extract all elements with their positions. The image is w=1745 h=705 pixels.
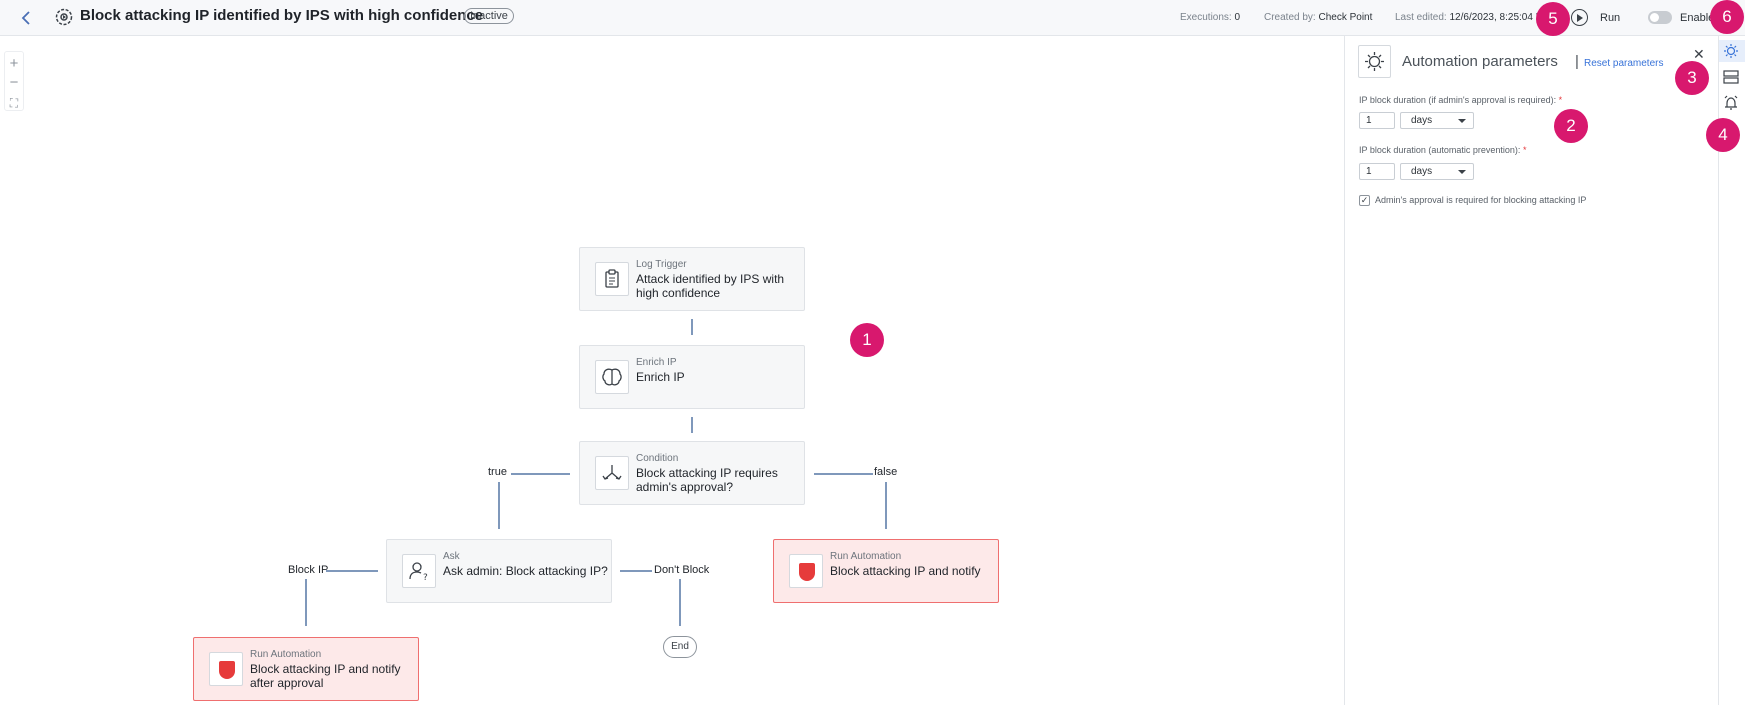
edge-ask-block bbox=[326, 570, 378, 572]
node-type: Condition bbox=[636, 453, 679, 464]
automatic-duration-input[interactable]: 1 bbox=[1359, 163, 1395, 180]
clipboard-icon bbox=[595, 262, 629, 296]
run-button[interactable]: Run bbox=[1600, 12, 1620, 24]
chevron-down-icon bbox=[1458, 170, 1466, 174]
ask-user-icon: ? bbox=[402, 554, 436, 588]
created-by-meta: Created by: Check Point bbox=[1264, 12, 1373, 23]
edge-label-false: false bbox=[874, 466, 898, 478]
edge-label-dont-block: Don't Block bbox=[654, 564, 710, 576]
alarm-icon[interactable] bbox=[1722, 95, 1740, 116]
callout-5: 5 bbox=[1536, 2, 1570, 36]
node-name: Ask admin: Block attacking IP? bbox=[443, 564, 608, 578]
brain-icon bbox=[595, 360, 629, 394]
node-name: Block attacking IP requires admin's appr… bbox=[636, 466, 778, 494]
node-log-trigger[interactable]: Log Trigger Attack identified by IPS wit… bbox=[579, 247, 805, 311]
fit-view-button[interactable]: ⛶ bbox=[4, 93, 24, 113]
node-name: Enrich IP bbox=[636, 370, 685, 384]
status-badge: Inactive bbox=[464, 8, 514, 24]
node-end[interactable]: End bbox=[663, 636, 697, 658]
node-type: Ask bbox=[443, 551, 460, 562]
node-name: Attack identified by IPS with high confi… bbox=[636, 272, 785, 300]
automation-parameters-panel bbox=[1344, 36, 1718, 705]
callout-3: 3 bbox=[1675, 61, 1709, 95]
svg-text:?: ? bbox=[423, 573, 428, 583]
node-name: Block attacking IP and notify bbox=[830, 564, 981, 578]
edge-true-ask bbox=[498, 482, 500, 529]
node-ask[interactable]: ? Ask Ask admin: Block attacking IP? bbox=[386, 539, 612, 603]
admin-approval-label: Admin's approval is required for blockin… bbox=[1375, 195, 1587, 205]
panel-title-separator: | bbox=[1575, 53, 1579, 70]
shield-icon bbox=[789, 554, 823, 588]
edge-false-run bbox=[885, 482, 887, 529]
zoom-out-button[interactable]: − bbox=[4, 73, 24, 93]
edge-label-true: true bbox=[488, 466, 507, 478]
page-title: Block attacking IP identified by IPS wit… bbox=[80, 7, 484, 24]
edge-trigger-enrich bbox=[691, 319, 693, 335]
shield-icon bbox=[209, 652, 243, 686]
node-condition[interactable]: Condition Block attacking IP requires ad… bbox=[579, 441, 805, 505]
node-run-automation-false[interactable]: Run Automation Block attacking IP and no… bbox=[773, 539, 999, 603]
callout-4: 4 bbox=[1706, 118, 1740, 152]
node-type: Run Automation bbox=[830, 551, 902, 562]
node-type: Run Automation bbox=[250, 649, 322, 660]
edge-ask-dontblock bbox=[620, 570, 652, 572]
callout-6: 6 bbox=[1710, 0, 1744, 34]
branch-icon bbox=[595, 456, 629, 490]
automation-gear-icon bbox=[52, 5, 76, 29]
field-label: IP block duration (automatic prevention)… bbox=[1359, 145, 1527, 155]
automation-parameters-icon[interactable] bbox=[1722, 43, 1740, 64]
approval-duration-input[interactable]: 1 bbox=[1359, 112, 1395, 129]
edge-condition-true bbox=[511, 473, 570, 475]
node-type: Enrich IP bbox=[636, 357, 677, 368]
callout-2: 2 bbox=[1554, 109, 1588, 143]
enable-toggle[interactable] bbox=[1648, 11, 1672, 24]
back-icon[interactable] bbox=[18, 8, 34, 28]
run-icon[interactable] bbox=[1571, 9, 1588, 26]
field-label: IP block duration (if admin's approval i… bbox=[1359, 95, 1563, 105]
edge-dontblock-end bbox=[679, 579, 681, 626]
node-name: Block attacking IP and notify after appr… bbox=[250, 662, 401, 690]
node-run-automation-approved[interactable]: Run Automation Block attacking IP and no… bbox=[193, 637, 419, 701]
edge-block-run bbox=[305, 579, 307, 626]
zoom-in-button[interactable]: + bbox=[4, 54, 24, 74]
chevron-down-icon bbox=[1458, 119, 1466, 123]
node-enrich-ip[interactable]: Enrich IP Enrich IP bbox=[579, 345, 805, 409]
panel-title: Automation parameters bbox=[1402, 53, 1558, 70]
admin-approval-checkbox[interactable]: ✓ bbox=[1359, 195, 1370, 206]
edge-label-block-ip: Block IP bbox=[288, 564, 329, 576]
reset-parameters-link[interactable]: Reset parameters bbox=[1584, 58, 1663, 69]
last-edited-meta: Last edited: 12/6/2023, 8:25:04 PM bbox=[1395, 12, 1551, 23]
edge-condition-false bbox=[814, 473, 873, 475]
automation-parameters-icon bbox=[1358, 45, 1391, 78]
edge-enrich-condition bbox=[691, 417, 693, 433]
automatic-duration-unit-select[interactable]: days bbox=[1400, 163, 1474, 180]
layout-icon[interactable] bbox=[1722, 69, 1740, 90]
node-type: Log Trigger bbox=[636, 259, 687, 270]
approval-duration-unit-select[interactable]: days bbox=[1400, 112, 1474, 129]
callout-1: 1 bbox=[850, 323, 884, 357]
executions-meta: Executions: 0 bbox=[1180, 12, 1241, 23]
